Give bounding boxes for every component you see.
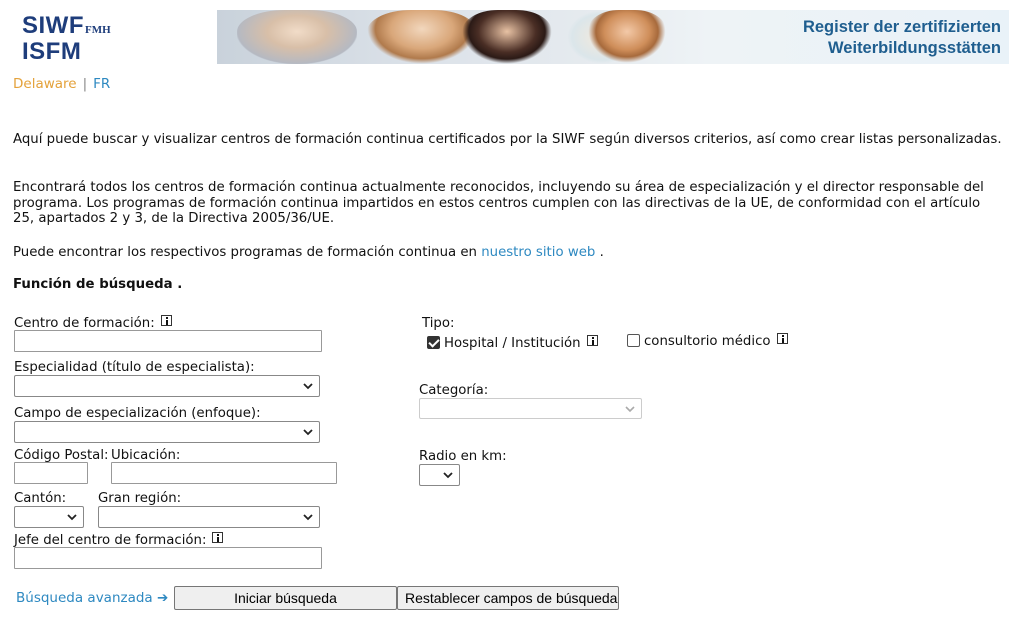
info-icon[interactable] (160, 315, 172, 326)
lang-separator: | (82, 76, 88, 92)
reset-search-button[interactable]: Restablecer campos de búsqueda (397, 586, 619, 610)
ubicacion-input[interactable] (111, 462, 337, 484)
chevron-down-icon (625, 406, 635, 413)
info-icon[interactable] (776, 333, 788, 344)
jefe-input[interactable] (14, 547, 322, 569)
siwf-logo[interactable]: SIWFFMH ISFM (22, 12, 111, 65)
canton-select[interactable] (14, 506, 84, 528)
categoria-select[interactable] (419, 398, 642, 419)
info-icon[interactable] (212, 532, 224, 543)
banner-photo-doctor (237, 10, 357, 64)
language-switcher: Delaware | FR (13, 76, 110, 92)
tipo-consultorio-option[interactable]: consultorio médico (627, 333, 788, 349)
advanced-search-link[interactable]: Búsqueda avanzada ➔ (16, 590, 168, 606)
banner-photo-patient (587, 10, 667, 64)
especialidad-label: Especialidad (título de especialista): (14, 360, 255, 375)
banner-title-line1: Register der zertifizierten (802, 18, 1001, 36)
canton-label: Cantón: (14, 491, 67, 506)
advanced-search-label: Búsqueda avanzada (16, 590, 153, 606)
banner-title: Register der zertifizierten Weiterbildun… (803, 17, 1001, 59)
chevron-down-icon (443, 472, 453, 479)
chevron-down-icon (303, 383, 313, 390)
logo-line1: SIWF (22, 12, 84, 39)
chevron-down-icon (303, 429, 313, 436)
codigo-postal-label: Código Postal: (14, 448, 109, 463)
gran-region-select[interactable] (98, 506, 320, 528)
chevron-down-icon (67, 514, 77, 521)
campo-label: Campo de especialización (enfoque): (14, 406, 261, 421)
intro-p3-prefix: Puede encontrar los respectivos programa… (13, 245, 477, 260)
website-link[interactable]: nuestro sitio web (481, 245, 595, 260)
info-icon[interactable] (586, 335, 598, 346)
header-banner: Register der zertifizierten Weiterbildun… (217, 10, 1009, 64)
gran-region-label: Gran región: (98, 491, 182, 506)
centro-label: Centro de formación: (14, 315, 172, 331)
intro-p3-suffix: . (599, 245, 604, 260)
logo-line2: ISFM (22, 38, 82, 65)
intro-paragraph-1: Aquí puede buscar y visualizar centros d… (13, 132, 1002, 147)
lang-fr-link[interactable]: FR (93, 76, 110, 92)
especialidad-select[interactable] (14, 375, 320, 397)
start-search-button[interactable]: Iniciar búsqueda (174, 586, 397, 610)
banner-photo-nurse (462, 10, 552, 64)
logo-line1-small: FMH (85, 24, 111, 36)
categoria-label: Categoría: (419, 383, 489, 398)
intro-paragraph-3: Puede encontrar los respectivos programa… (13, 245, 1003, 261)
jefe-label-text: Jefe del centro de formación: (14, 533, 207, 548)
codigo-postal-input[interactable] (14, 462, 88, 484)
radio-select[interactable] (419, 464, 460, 486)
campo-select[interactable] (14, 421, 320, 443)
lang-current: Delaware (13, 76, 77, 92)
tipo-hospital-label: Hospital / Institución (444, 336, 581, 351)
tipo-hospital-option[interactable]: Hospital / Institución (427, 335, 598, 351)
tipo-label: Tipo: (422, 316, 455, 331)
search-heading: Función de búsqueda . (13, 277, 183, 292)
radio-label: Radio en km: (419, 449, 507, 464)
centro-input[interactable] (14, 330, 322, 352)
ubicacion-label: Ubicación: (111, 448, 181, 463)
banner-title-line2: Weiterbildungsstätten (828, 39, 1001, 57)
centro-label-text: Centro de formación: (14, 316, 155, 331)
jefe-label: Jefe del centro de formación: (14, 532, 224, 548)
tipo-consultorio-label: consultorio médico (644, 334, 771, 349)
consultorio-checkbox[interactable] (627, 334, 640, 347)
chevron-down-icon (303, 514, 313, 521)
arrow-right-icon: ➔ (157, 590, 169, 606)
hospital-checkbox[interactable] (427, 336, 440, 349)
banner-photo-woman (367, 10, 477, 64)
intro-paragraph-2: Encontrará todos los centros de formació… (13, 180, 984, 226)
